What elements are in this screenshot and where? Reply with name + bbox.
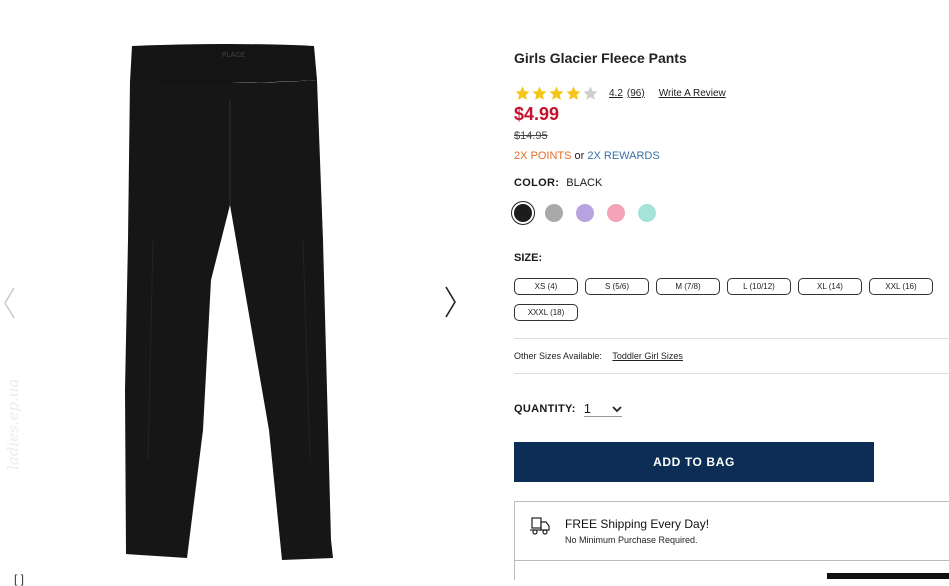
star-rating[interactable] [514,85,599,102]
product-gallery: PLACE ladies.ep.ua [ ] [0,0,470,586]
floating-tab[interactable] [827,573,949,579]
quantity-row: QUANTITY: 1 [514,401,622,417]
points-connector: or [574,150,585,162]
shipping-info-box: FREE Shipping Every Day! No Minimum Purc… [514,501,949,561]
quantity-value: 1 [583,401,592,416]
review-count-link[interactable]: (96) [627,88,645,99]
swatch-gray[interactable] [545,204,563,222]
other-sizes: Other Sizes Available: Toddler Girl Size… [514,351,683,361]
gallery-next-arrow-icon[interactable] [444,285,458,324]
color-label: COLOR: [514,177,560,189]
divider [514,338,949,339]
list-price: $14.95 [514,130,548,142]
shipping-title: FREE Shipping Every Day! [565,517,710,531]
swatch-mint[interactable] [638,204,656,222]
color-swatches [514,204,669,222]
star-icon [549,85,564,100]
chevron-down-icon [612,405,622,412]
watermark-text: ladies.ep.ua [4,378,22,470]
color-selector-label: COLOR: BLACK [514,177,602,189]
color-value: BLACK [566,177,603,189]
gallery-prev-arrow-icon[interactable] [2,286,16,325]
product-details: Girls Glacier Fleece Pants 4.2 (96) Writ… [514,0,949,580]
size-button-s[interactable]: S (5/6) [585,278,649,295]
divider [514,373,949,374]
size-button-xs[interactable]: XS (4) [514,278,578,295]
other-sizes-label: Other Sizes Available: [514,351,602,361]
quantity-label: QUANTITY: [514,403,576,415]
star-icon [566,85,581,100]
size-options: XS (4) S (5/6) M (7/8) L (10/12) XL (14)… [514,278,944,330]
size-button-m[interactable]: M (7/8) [656,278,720,295]
add-to-bag-button[interactable]: ADD TO BAG [514,442,874,482]
rewards-points: 2X POINTS or 2X REWARDS [514,150,660,162]
size-label: SIZE: [514,252,543,264]
toddler-sizes-link[interactable]: Toddler Girl Sizes [612,351,683,361]
size-button-l[interactable]: L (10/12) [727,278,791,295]
rewards-link[interactable]: 2X REWARDS [587,150,659,162]
swatch-pink[interactable] [607,204,625,222]
swatch-lavender[interactable] [576,204,594,222]
shipping-subtitle: No Minimum Purchase Required. [565,535,698,545]
image-brand-label: PLACE [222,52,245,59]
points-link[interactable]: 2X POINTS [514,150,571,162]
rating-value-link[interactable]: 4.2 [609,88,623,99]
size-button-xxxl[interactable]: XXXL (18) [514,304,578,321]
size-button-xl[interactable]: XL (14) [798,278,862,295]
product-image-pants[interactable]: PLACE [118,40,343,565]
star-icon [532,85,547,100]
sale-price: $4.99 [514,104,560,124]
star-empty-icon [583,85,598,100]
write-review-link[interactable]: Write A Review [659,88,726,99]
fullscreen-icon[interactable]: [ ] [14,572,24,586]
swatch-black[interactable] [514,204,532,222]
star-icon [515,85,530,100]
rating-row: 4.2 (96) Write A Review [514,84,726,102]
quantity-select[interactable]: 1 [583,401,622,417]
size-button-xxl[interactable]: XXL (16) [869,278,933,295]
delivery-truck-icon [530,517,550,535]
product-title: Girls Glacier Fleece Pants [514,50,687,66]
